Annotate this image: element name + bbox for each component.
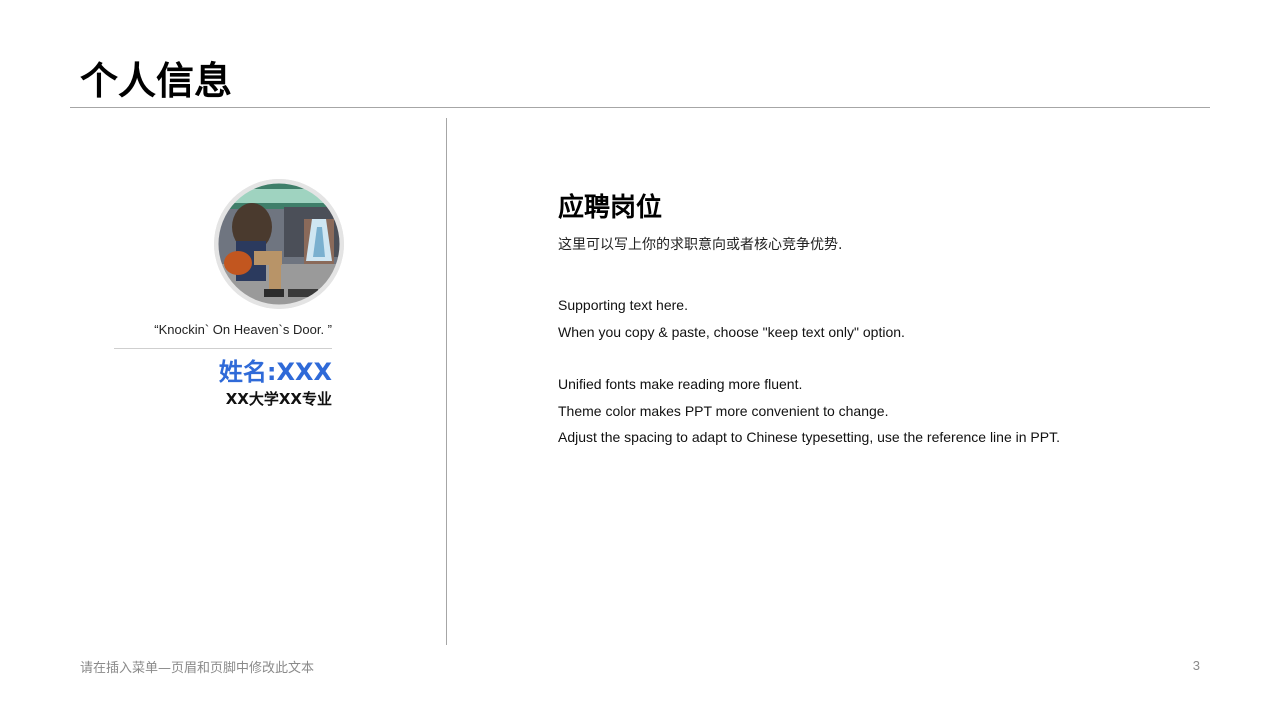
- job-heading: 应聘岗位: [558, 193, 663, 223]
- notes-text-block: Unified fonts make reading more fluent. …: [558, 371, 1060, 451]
- profile-quote: “Knockin` On Heaven`s Door. ”: [154, 322, 332, 337]
- note-line-1: Unified fonts make reading more fluent.: [558, 376, 803, 392]
- supporting-line-1: Supporting text here.: [558, 297, 688, 313]
- profile-name: 姓名:XXX: [218, 358, 332, 386]
- profile-major: XX大学XX专业: [225, 390, 332, 408]
- note-line-3: Adjust the spacing to adapt to Chinese t…: [558, 429, 1060, 445]
- quote-divider: [114, 348, 332, 349]
- profile-photo-image: [214, 179, 344, 309]
- note-line-2: Theme color makes PPT more convenient to…: [558, 402, 889, 419]
- supporting-text-block: Supporting text here. When you copy & pa…: [558, 292, 905, 345]
- page-title: 个人信息: [80, 59, 233, 103]
- supporting-line-2: When you copy & paste, choose "keep text…: [558, 323, 905, 340]
- page-number: 3: [1192, 658, 1200, 673]
- footer-text: 请在插入菜单—页眉和页脚中修改此文本: [80, 661, 315, 676]
- title-divider: [70, 107, 1210, 108]
- slide: 个人信息 “Knockin` On Heaven`s Door. ” 姓名:XX…: [0, 0, 1280, 720]
- profile-photo: [214, 179, 344, 309]
- column-divider: [446, 118, 447, 645]
- job-description: 这里可以写上你的求职意向或者核心竞争优势.: [558, 237, 843, 253]
